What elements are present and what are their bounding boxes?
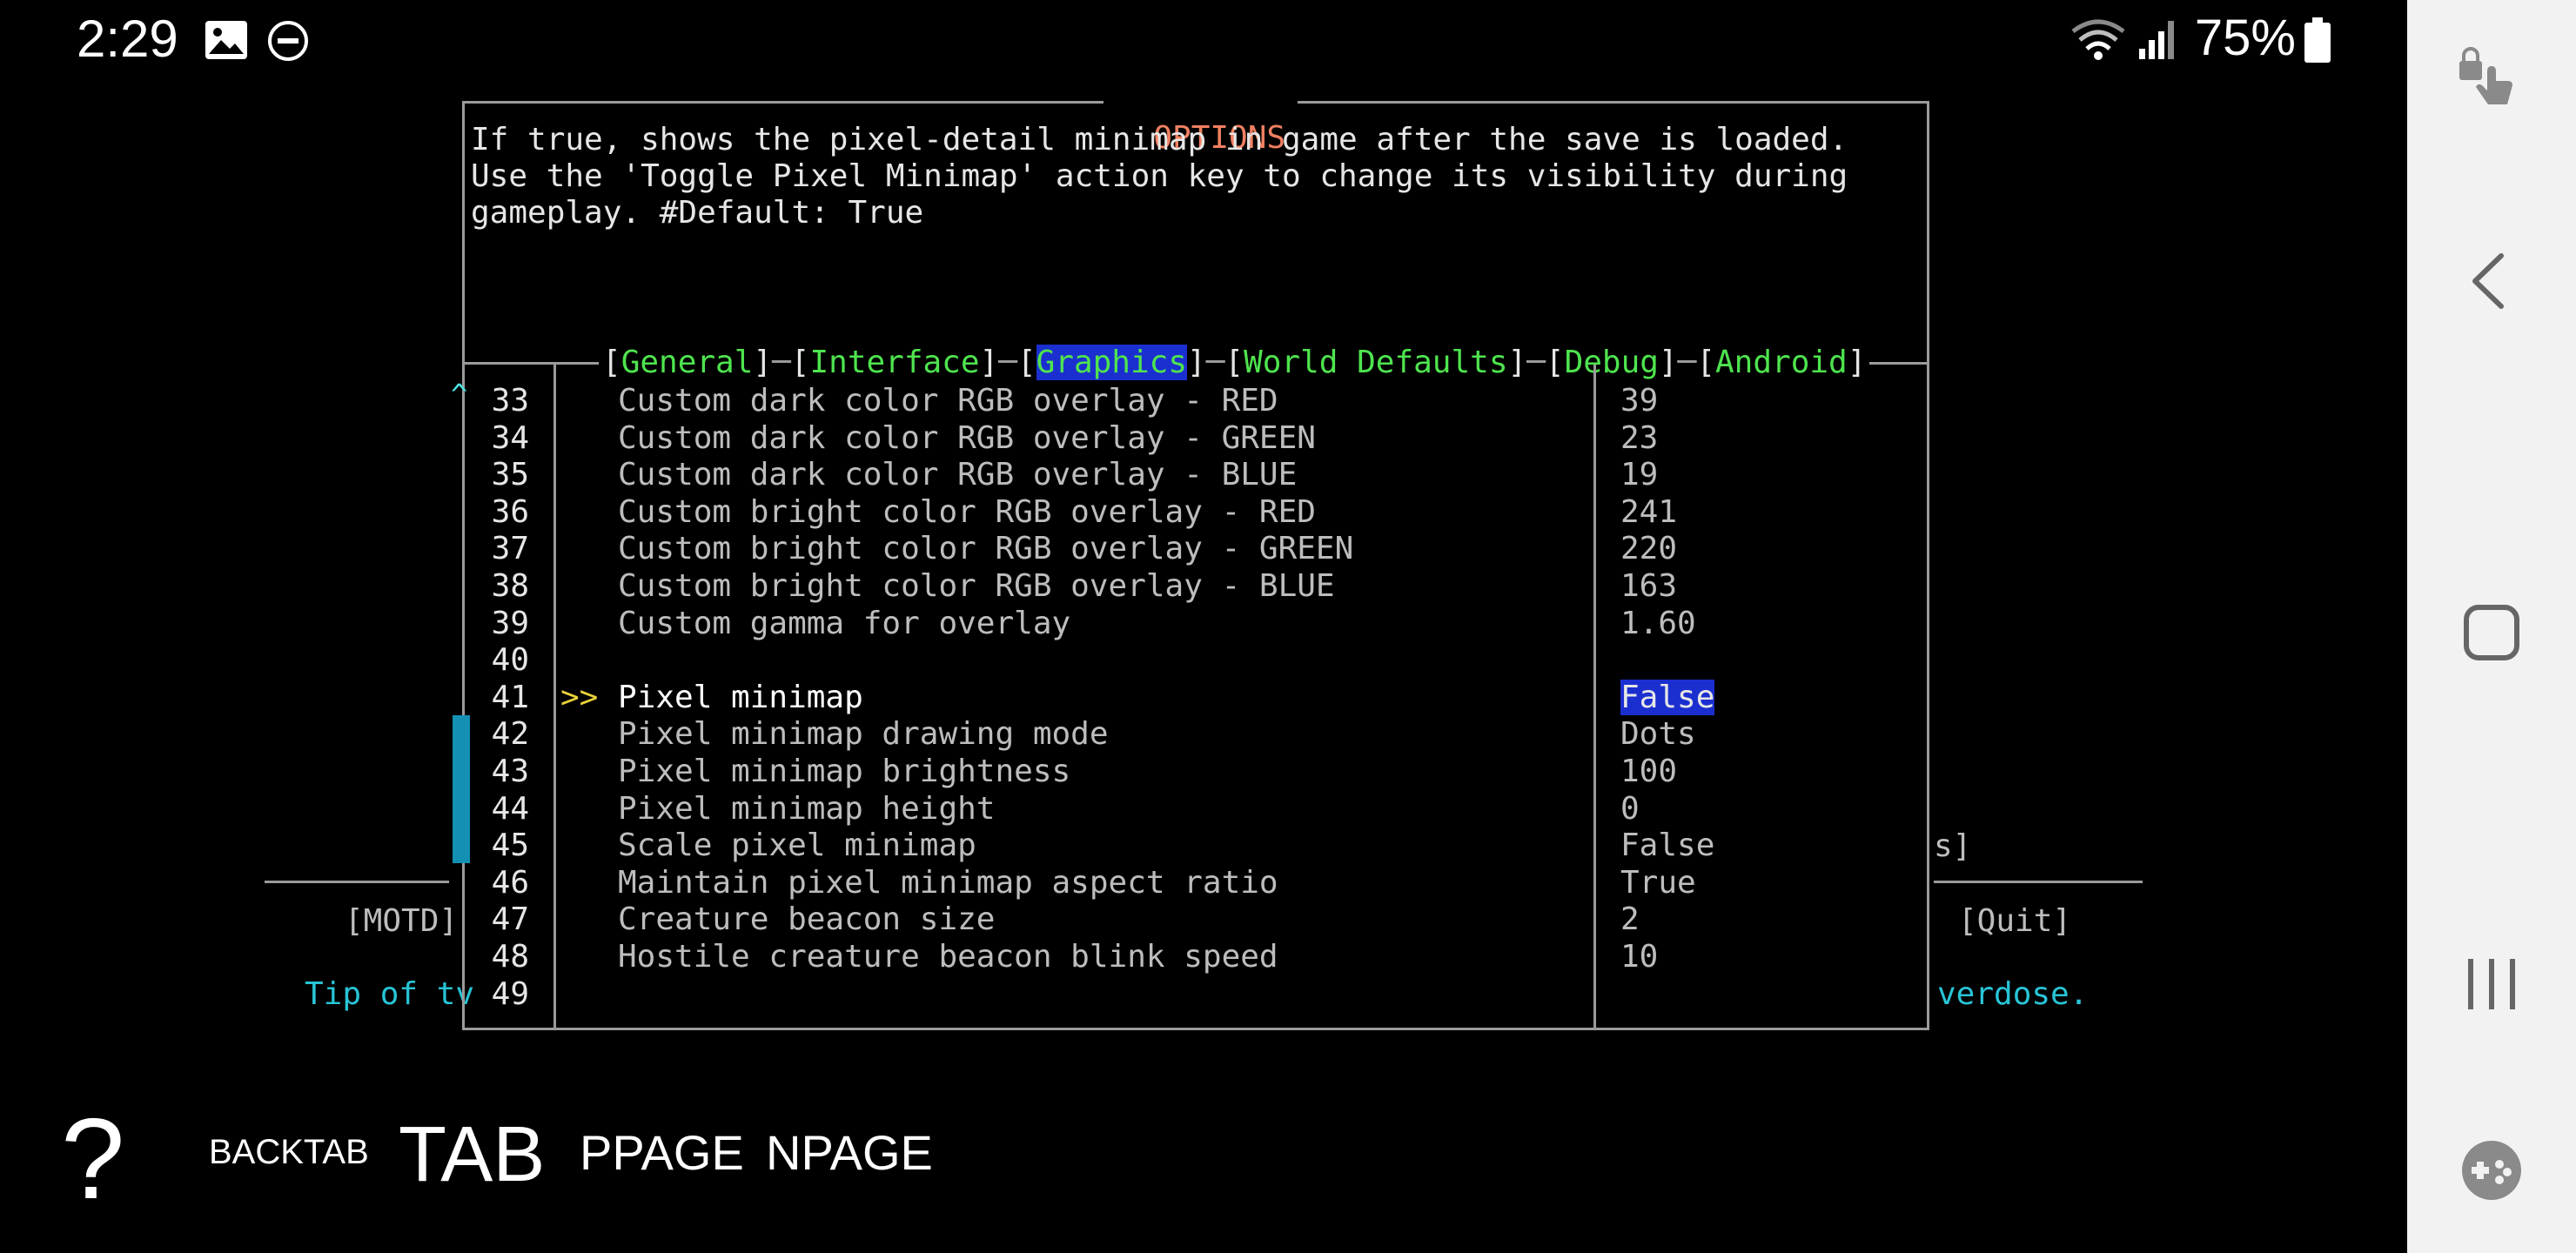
back-icon[interactable] (2468, 252, 2506, 310)
scroll-up-indicator[interactable]: ^ (451, 376, 467, 412)
game-controller-icon[interactable] (2459, 1138, 2524, 1203)
option-value[interactable]: 0 (1620, 791, 1640, 828)
option-value[interactable]: Dots (1620, 716, 1696, 753)
tab-separator: ─ (1677, 345, 1697, 380)
wifi-icon (2071, 19, 2125, 60)
option-value[interactable]: 39 (1620, 383, 1658, 419)
option-label[interactable]: Custom dark color RGB overlay - GREEN (618, 420, 1316, 457)
row-number: 49 (491, 976, 529, 1012)
tab-separator: ─ (998, 345, 1017, 380)
help-key[interactable]: ? (61, 1098, 124, 1220)
tab-key[interactable]: TAB (399, 1110, 545, 1200)
recent-apps-icon[interactable] (2465, 955, 2519, 1013)
option-label[interactable]: Scale pixel minimap (618, 828, 976, 864)
option-label[interactable]: Custom bright color RGB overlay - RED (618, 494, 1316, 531)
option-label[interactable]: Custom bright color RGB overlay - BLUE (618, 568, 1335, 605)
scrollbar-thumb[interactable] (453, 715, 470, 863)
selection-marker: >> (560, 680, 599, 715)
signal-icon (2139, 21, 2174, 59)
row-number: 47 (491, 901, 529, 937)
option-label[interactable]: Creature beacon size (618, 901, 995, 938)
tab-world-defaults[interactable]: [World Defaults] (1224, 345, 1526, 380)
tab-label: Debug (1564, 345, 1659, 380)
column-divider-right (1593, 365, 1596, 1030)
tab-label: Graphics (1036, 345, 1187, 380)
row-number: 45 (491, 828, 529, 863)
option-label[interactable]: Custom dark color RGB overlay - RED (618, 383, 1278, 419)
tip-text-left: Tip of tv (305, 976, 475, 1012)
tab-label: Android (1715, 345, 1848, 380)
options-tabs: [General]─[Interface]─[Graphics]─[World … (599, 345, 1870, 381)
option-value[interactable]: 19 (1620, 457, 1658, 493)
tab-separator: ─ (1526, 345, 1546, 380)
option-value[interactable]: True (1620, 865, 1696, 901)
option-label[interactable]: Pixel minimap height (618, 791, 995, 828)
tip-text-right: verdose. (1937, 976, 2089, 1012)
row-number: 40 (491, 642, 529, 678)
option-value[interactable]: 1.60 (1620, 606, 1696, 642)
backtab-key[interactable]: BACKTAB (209, 1133, 369, 1172)
tab-separator: ─ (772, 345, 791, 380)
battery-percent: 75% (2194, 10, 2296, 66)
row-number: 44 (491, 791, 529, 827)
image-icon (205, 21, 247, 59)
option-label[interactable]: Hostile creature beacon blink speed (618, 939, 1278, 975)
option-value[interactable]: 100 (1620, 754, 1677, 790)
navigation-bar (2407, 0, 2576, 1253)
option-label[interactable]: Pixel minimap (618, 680, 863, 716)
row-number: 48 (491, 939, 529, 975)
battery-icon (2304, 17, 2331, 63)
row-number: 34 (491, 420, 529, 456)
option-label[interactable]: Custom bright color RGB overlay - GREEN (618, 531, 1353, 567)
option-value[interactable]: 23 (1620, 420, 1658, 457)
npage-key[interactable]: NPAGE (766, 1124, 933, 1181)
option-value[interactable]: False (1620, 680, 1715, 716)
option-value[interactable]: 220 (1620, 531, 1677, 567)
option-label[interactable]: Pixel minimap drawing mode (618, 716, 1109, 753)
tab-debug[interactable]: [Debug] (1546, 345, 1678, 380)
column-divider-left (553, 365, 556, 1030)
tab-label: General (621, 345, 754, 380)
row-number: 37 (491, 531, 529, 566)
selected-option-value[interactable]: False (1620, 680, 1715, 715)
option-value[interactable]: 163 (1620, 568, 1677, 605)
option-value[interactable]: False (1620, 828, 1714, 864)
touch-lock-icon[interactable] (2454, 45, 2524, 115)
background-divider-right (1934, 881, 2143, 883)
option-label[interactable]: Custom dark color RGB overlay - BLUE (618, 457, 1297, 493)
status-time: 2:29 (77, 10, 178, 68)
row-number: 43 (491, 754, 529, 789)
ppage-key[interactable]: PPAGE (580, 1124, 744, 1181)
tab-interface[interactable]: [Interface] (791, 345, 998, 380)
option-label[interactable]: Maintain pixel minimap aspect ratio (618, 865, 1278, 901)
option-value[interactable]: 241 (1620, 494, 1677, 531)
row-number: 35 (491, 457, 529, 492)
option-value[interactable]: 10 (1620, 939, 1658, 975)
option-description: If true, shows the pixel-detail minimap … (471, 122, 1886, 231)
tab-graphics[interactable]: [Graphics] (1017, 345, 1206, 380)
motd-button[interactable]: [MOTD] (345, 903, 458, 940)
background-divider-left (265, 881, 449, 883)
row-number: 38 (491, 568, 529, 604)
tab-separator: ─ (1205, 345, 1225, 380)
tab-android[interactable]: [Android] (1696, 345, 1866, 380)
home-icon[interactable] (2463, 604, 2520, 661)
row-number: 33 (491, 383, 529, 419)
option-label[interactable]: Pixel minimap brightness (618, 754, 1070, 790)
quit-button[interactable]: [Quit] (1958, 903, 2071, 940)
row-number: 36 (491, 494, 529, 530)
option-value[interactable]: 2 (1620, 901, 1640, 938)
row-number: 39 (491, 606, 529, 641)
tab-label: World Defaults (1244, 345, 1508, 380)
row-number: 42 (491, 716, 529, 752)
tab-label: Interface (809, 345, 980, 380)
option-label[interactable]: Custom gamma for overlay (618, 606, 1070, 642)
do-not-disturb-icon (268, 21, 308, 61)
row-number: 46 (491, 865, 529, 901)
tab-general[interactable]: [General] (602, 345, 772, 380)
row-number: 41 (491, 680, 529, 715)
background-fragment: s] (1934, 828, 1972, 864)
